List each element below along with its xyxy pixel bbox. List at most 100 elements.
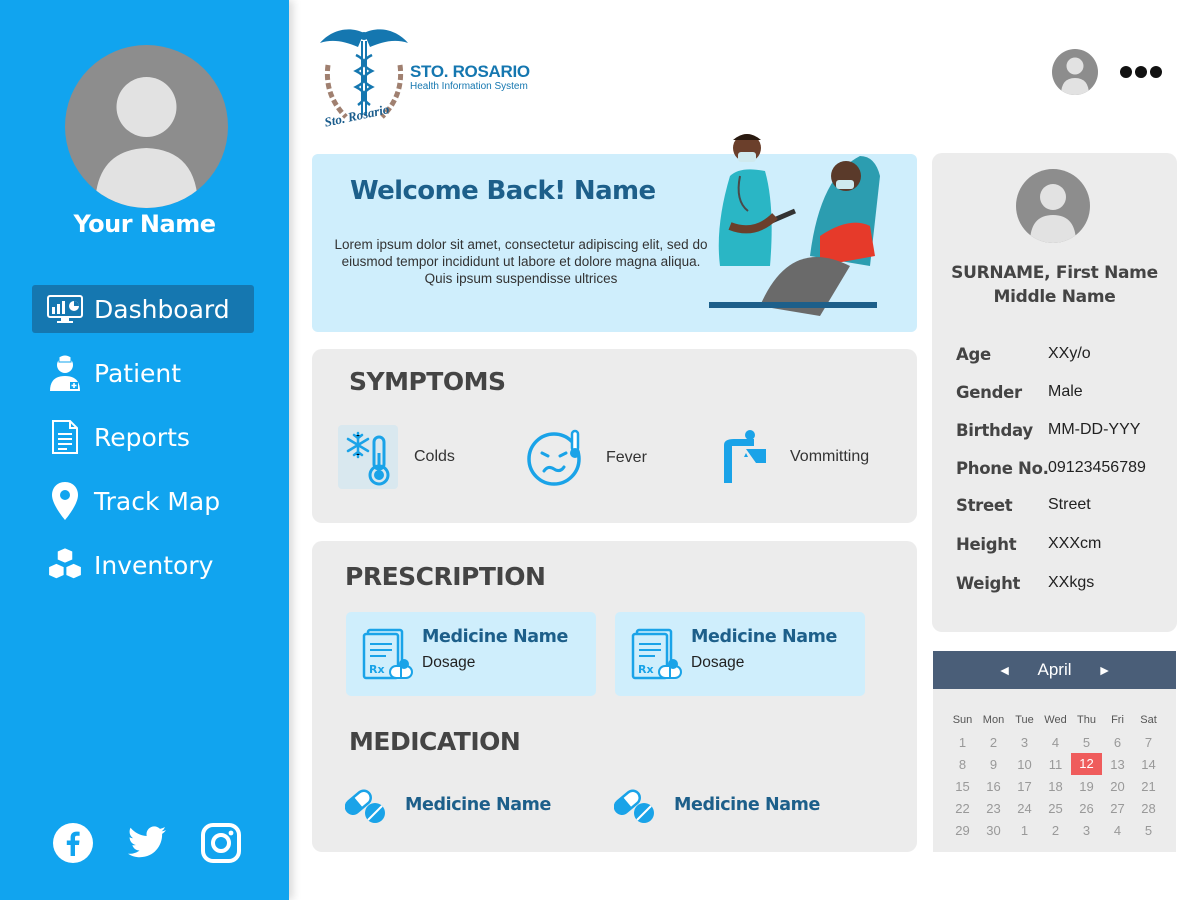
calendar-day[interactable]: 24 <box>1009 801 1040 816</box>
header-avatar[interactable] <box>1052 49 1098 95</box>
calendar-day[interactable]: 27 <box>1102 801 1133 816</box>
prescription-item[interactable]: Rx Medicine Name Dosage <box>346 612 596 696</box>
calendar-day[interactable]: 3 <box>1009 735 1040 750</box>
instagram-icon[interactable] <box>200 822 242 864</box>
profile-row-weight: Weight XXkgs <box>956 574 1171 593</box>
dashboard-icon <box>46 290 84 328</box>
profile-row-birthday: Birthday MM-DD-YYY <box>956 421 1171 440</box>
nav-label-inventory: Inventory <box>94 550 214 580</box>
calendar-day[interactable]: 22 <box>947 801 978 816</box>
nav-label-track-map: Track Map <box>94 486 221 516</box>
calendar-grid: Sun Mon Tue Wed Thu Fri Sat 1 2 3 4 5 6 7 8 9 10 11 12 13 14… <box>947 709 1167 841</box>
prescription-icon: Rx <box>631 628 682 680</box>
calendar-weekday: Sun <box>952 714 973 726</box>
nav-item-inventory[interactable]: Inventory <box>32 541 254 589</box>
twitter-icon[interactable] <box>126 822 168 864</box>
calendar-next-button[interactable]: ► <box>1081 662 1129 678</box>
welcome-text: Lorem ipsum dolor sit amet, consectetur … <box>334 237 708 286</box>
fever-face-icon <box>527 429 581 486</box>
calendar-week-row: 22 23 24 25 26 27 28 <box>947 797 1167 819</box>
prescription-dosage: Dosage <box>422 654 476 671</box>
pills-icon <box>614 789 654 823</box>
calendar-day[interactable]: 16 <box>978 779 1009 794</box>
calendar-day[interactable]: 10 <box>1009 757 1040 772</box>
welcome-title: Welcome Back! Name <box>350 176 656 206</box>
pills-icon <box>345 789 385 823</box>
symptom-colds[interactable]: Colds <box>338 425 455 489</box>
calendar-day[interactable]: 30 <box>978 823 1009 838</box>
user-silhouette-icon <box>95 77 198 208</box>
calendar-day[interactable]: 4 <box>1040 735 1071 750</box>
symptom-fever[interactable]: Fever <box>526 429 647 487</box>
calendar-day[interactable]: 5 <box>1071 735 1102 750</box>
calendar-day-today[interactable]: 12 <box>1071 753 1102 775</box>
nav-item-track-map[interactable]: Track Map <box>32 477 254 525</box>
calendar-day[interactable]: 28 <box>1133 801 1164 816</box>
symptom-vomiting[interactable]: Vommitting <box>720 429 869 485</box>
nav-item-patient[interactable]: Patient <box>32 349 254 397</box>
profile-row-gender: Gender Male <box>956 383 1171 402</box>
symptoms-card: SYMPTOMS Colds Fever Vommitting <box>312 349 917 523</box>
profile-value: 09123456789 <box>1048 459 1146 476</box>
more-dot-icon <box>1135 66 1147 78</box>
calendar-day[interactable]: 1 <box>1009 823 1040 838</box>
calendar-day[interactable]: 3 <box>1071 823 1102 838</box>
calendar-day[interactable]: 17 <box>1009 779 1040 794</box>
facebook-icon[interactable] <box>52 822 94 864</box>
calendar-week-row: 15 16 17 18 19 20 21 <box>947 775 1167 797</box>
main-nav: Dashboard Patient Reports Track Map Inve… <box>32 285 254 605</box>
calendar-day[interactable]: 1 <box>947 735 978 750</box>
profile-value: XXXcm <box>1048 535 1102 552</box>
brand-logo[interactable]: STO. ROSARIO Health Information System S… <box>318 25 548 135</box>
calendar-day[interactable]: 9 <box>978 757 1009 772</box>
medication-item[interactable]: Medicine Name <box>614 785 820 825</box>
calendar-day[interactable]: 29 <box>947 823 978 838</box>
prescription-medicine-name: Medicine Name <box>691 627 837 647</box>
calendar-week-row: 8 9 10 11 12 13 14 <box>947 753 1167 775</box>
prescription-title: PRESCRIPTION <box>345 562 546 591</box>
calendar-week-row: 1234567 <box>947 731 1167 753</box>
prescription-item[interactable]: Rx Medicine Name Dosage <box>615 612 865 696</box>
profile-label: Age <box>956 345 991 364</box>
prescription-card: PRESCRIPTION Rx Medicine Name Dosage Rx … <box>312 541 917 852</box>
calendar-day[interactable]: 26 <box>1071 801 1102 816</box>
nav-label-patient: Patient <box>94 358 182 388</box>
calendar-day[interactable]: 23 <box>978 801 1009 816</box>
profile-label: Birthday <box>956 421 1033 440</box>
symptoms-title: SYMPTOMS <box>349 367 506 396</box>
calendar-day[interactable]: 8 <box>947 757 978 772</box>
calendar-day[interactable]: 7 <box>1133 735 1164 750</box>
user-silhouette-icon <box>1061 57 1089 95</box>
profile-label: Height <box>956 535 1017 554</box>
calendar-day[interactable]: 14 <box>1133 757 1164 772</box>
profile-row-age: Age XXy/o <box>956 345 1171 364</box>
prescription-medicine-name: Medicine Name <box>422 627 568 647</box>
user-avatar[interactable] <box>65 45 228 208</box>
calendar-day[interactable]: 25 <box>1040 801 1071 816</box>
calendar-day[interactable]: 2 <box>1040 823 1071 838</box>
medication-item[interactable]: Medicine Name <box>345 785 551 825</box>
calendar-day[interactable]: 11 <box>1040 757 1071 772</box>
sidebar: Your Name Dashboard Patient Reports Trac… <box>0 0 289 900</box>
calendar-day[interactable]: 5 <box>1133 823 1164 838</box>
calendar-prev-button[interactable]: ◄ <box>981 662 1029 678</box>
nav-item-dashboard[interactable]: Dashboard <box>32 285 254 333</box>
calendar-day[interactable]: 6 <box>1102 735 1133 750</box>
nav-item-reports[interactable]: Reports <box>32 413 254 461</box>
calendar-day[interactable]: 20 <box>1102 779 1133 794</box>
map-pin-icon <box>46 482 84 520</box>
calendar-day[interactable]: 18 <box>1040 779 1071 794</box>
calendar-day[interactable]: 21 <box>1133 779 1164 794</box>
symptom-label-fever: Fever <box>606 449 647 466</box>
more-options-button[interactable] <box>1120 60 1168 84</box>
calendar-day[interactable]: 4 <box>1102 823 1133 838</box>
medication-medicine-name: Medicine Name <box>674 795 820 815</box>
calendar-day[interactable]: 19 <box>1071 779 1102 794</box>
patient-avatar[interactable] <box>1016 169 1090 243</box>
calendar-day[interactable]: 13 <box>1102 757 1133 772</box>
calendar-week-row: 29 30 1 2 3 4 5 <box>947 819 1167 841</box>
calendar-day[interactable]: 15 <box>947 779 978 794</box>
profile-label: Gender <box>956 383 1022 402</box>
user-name: Your Name <box>73 210 216 238</box>
calendar-day[interactable]: 2 <box>978 735 1009 750</box>
